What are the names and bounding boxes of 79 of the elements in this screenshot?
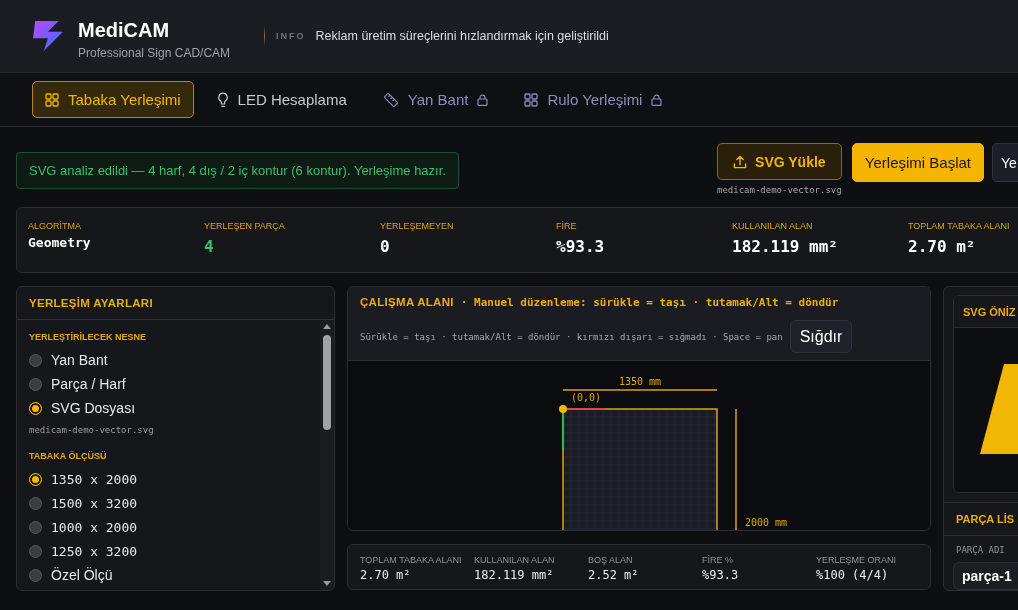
start-placement-button[interactable]: Yerleşimi Başlat: [851, 143, 984, 182]
panel-title: SVG ÖNİZ: [963, 305, 1016, 318]
radio-button[interactable]: [29, 353, 42, 367]
stat-label: YERLEŞME ORANI: [816, 554, 898, 566]
part-row[interactable]: parça-1: [953, 562, 1018, 590]
stat-value: 0: [380, 237, 391, 257]
tab[interactable]: Yan Bant: [369, 81, 502, 118]
upload-icon: [733, 154, 748, 169]
stat-value: %93.3: [702, 568, 740, 582]
radio-label[interactable]: 1350 x 2000: [51, 471, 138, 487]
radio-button[interactable]: [29, 401, 42, 415]
radio-button[interactable]: [29, 377, 42, 391]
radio-button[interactable]: [29, 520, 42, 534]
stat-label: TOPLAM TABAKA ALANI: [908, 220, 1011, 232]
mode-hint: · Manuel düzenleme: sürükle = taşı · tutamak/Alt = döndür: [460, 295, 839, 309]
origin-label: (0,0): [571, 392, 602, 403]
radio-label[interactable]: 1250 x 3200: [51, 543, 138, 559]
scroll-down-icon[interactable]: [323, 581, 331, 586]
section-title: YERLEŞTİRİLECEK NESNE: [29, 331, 148, 343]
stat-label: TOPLAM TABAKA ALANI: [360, 554, 463, 566]
toolbar-button[interactable]: Ye: [992, 143, 1018, 182]
tab[interactable]: LED Hesaplama: [203, 81, 360, 118]
lock-icon: [651, 93, 663, 106]
stat-value: %93.3: [556, 237, 606, 257]
stat-value: 2.52 m²: [588, 568, 640, 582]
width-dimension-label: 1350 mm: [618, 376, 662, 387]
ruler-icon: [382, 91, 399, 108]
stat-value: 2.70 m²: [908, 237, 977, 257]
column-header: PARÇA ADI: [955, 544, 1006, 556]
tab[interactable]: Rulo Yerleşimi: [511, 81, 676, 118]
scrollbar-thumb[interactable]: [323, 335, 331, 430]
radio-label[interactable]: Yan Bant: [51, 352, 108, 368]
app-name: MediCAM: [78, 18, 171, 41]
origin-dot-icon: [559, 405, 567, 413]
stat-value: 182.119 mm²: [474, 568, 555, 582]
stat-label: ALGORİTMA: [28, 220, 82, 232]
radio-label[interactable]: SVG Dosyası: [51, 400, 136, 416]
stat-value: %100 (4/4): [816, 568, 890, 582]
file-name: medicam-demo-vector.svg: [717, 185, 842, 195]
section-title: TABAKA ÖLÇÜSÜ: [29, 450, 108, 462]
stat-label: KULLANILAN ALAN: [474, 554, 556, 566]
stat-value: 2.70 m²: [360, 568, 412, 582]
stat-label: FİRE: [556, 220, 578, 232]
app-tagline: Professional Sign CAD/CAM: [78, 45, 231, 60]
help-text: Sürükle = taşı · tutamak/Alt = döndür · kırmızı dışarı = sığmadı · Space = pan: [360, 331, 783, 342]
stat-label: YERLEŞEN PARÇA: [204, 220, 286, 232]
status-message: SVG analiz edildi — 4 harf, 4 dış / 2 iç kontur (6 kontur). Yerleşime hazır.: [16, 152, 459, 189]
tab[interactable]: Tabaka Yerleşimi: [32, 81, 194, 118]
lightning-bolt-icon: [32, 20, 64, 52]
radio-button[interactable]: [29, 496, 42, 510]
stat-label: KULLANILAN ALAN: [732, 220, 814, 232]
lock-icon: [477, 93, 489, 106]
stat-label: YERLEŞEMEYEN: [380, 220, 455, 232]
panel-title: ÇALIŞMA ALANI: [360, 296, 454, 308]
panel-title: PARÇA LİS: [956, 513, 1015, 525]
scroll-up-icon[interactable]: [323, 324, 331, 329]
lightbulb-icon: [216, 91, 229, 108]
info-text: Reklam üretim süreçlerini hızlandırmak için geliştirildi: [315, 29, 609, 43]
radio-button[interactable]: [29, 544, 42, 558]
radio-button[interactable]: [29, 472, 42, 486]
grid-icon: [45, 92, 59, 107]
radio-label[interactable]: Parça / Harf: [51, 376, 126, 392]
fit-button[interactable]: Sığdır: [789, 320, 853, 353]
stat-label: BOŞ ALAN: [588, 554, 634, 566]
panel-title: YERLEŞİM AYARLARI: [29, 297, 153, 309]
upload-button[interactable]: SVG Yükle: [716, 143, 842, 180]
stat-value: 4: [204, 237, 215, 257]
stat-value: Geometry: [28, 235, 92, 251]
scrollbar[interactable]: [320, 320, 334, 590]
radio-button[interactable]: [29, 568, 42, 582]
radio-label[interactable]: 1000 x 2000: [51, 519, 138, 535]
radio-label[interactable]: Özel Ölçü: [51, 567, 113, 583]
file-name: medicam-demo-vector.svg: [29, 424, 155, 436]
stat-label: FİRE %: [702, 554, 734, 566]
info-label: INFO: [276, 31, 306, 41]
grid-icon: [524, 92, 539, 107]
height-dimension-label: 2000 mm: [745, 517, 788, 528]
stat-value: 182.119 mm²: [732, 237, 839, 257]
radio-label[interactable]: 1500 x 3200: [51, 495, 138, 511]
